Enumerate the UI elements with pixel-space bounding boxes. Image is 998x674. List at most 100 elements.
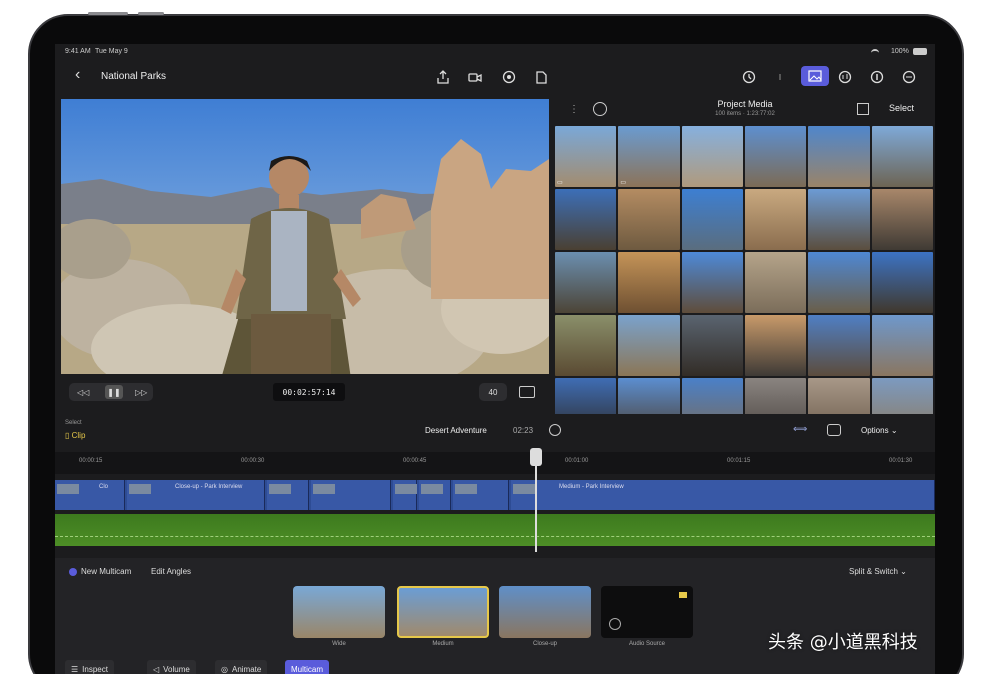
multicam-tab[interactable]: Multicam: [285, 660, 330, 674]
angle-label: Wide: [332, 641, 346, 647]
timeline-clip[interactable]: [393, 480, 417, 510]
clip-thumbnail: [455, 484, 477, 494]
playhead-handle[interactable]: [530, 448, 542, 466]
zoom-level[interactable]: 40: [479, 383, 507, 401]
media-thumbnail[interactable]: ▭: [618, 126, 680, 187]
inspect-label: Inspect: [82, 664, 108, 674]
status-time: 9:41 AM: [65, 48, 91, 55]
clip-title: Clo: [99, 484, 109, 490]
animate-tab[interactable]: ◎ Animate: [215, 660, 268, 674]
angle-label: Medium: [432, 641, 454, 647]
battery-icon: [913, 48, 927, 55]
media-thumbnail[interactable]: [808, 126, 870, 187]
pause-icon[interactable]: ❚❚: [105, 385, 123, 399]
clip-thumbnail: [421, 484, 443, 494]
camera-icon[interactable]: [467, 69, 483, 85]
more-icon[interactable]: [901, 69, 917, 85]
volume-label: Volume: [163, 664, 190, 674]
skimming-icon[interactable]: [827, 424, 841, 436]
media-thumbnail[interactable]: [555, 315, 617, 376]
media-thumbnail[interactable]: [871, 126, 933, 187]
viewer-controls: ◁◁ ❚❚ ▷▷ 00:02:57:14 40: [61, 376, 549, 406]
history-icon[interactable]: [741, 69, 757, 85]
split-switch-button[interactable]: Split & Switch ⌄: [849, 567, 907, 576]
media-thumbnail[interactable]: [871, 252, 933, 313]
media-thumbnail[interactable]: [618, 189, 680, 250]
audio-track[interactable]: [55, 514, 935, 546]
power-button: [138, 12, 164, 15]
back-button[interactable]: ‹: [75, 66, 80, 84]
voiceover-icon[interactable]: [501, 69, 517, 85]
timeline-clip[interactable]: [267, 480, 309, 510]
media-thumbnail[interactable]: ▭: [555, 126, 617, 187]
clip-type-icon: ▭: [557, 180, 563, 186]
select-button[interactable]: Select: [889, 103, 914, 113]
media-thumbnail[interactable]: [808, 252, 870, 313]
media-thumbnail[interactable]: [871, 315, 933, 376]
multicam-dot-icon: [69, 568, 77, 576]
audio-browser-icon[interactable]: [837, 69, 853, 85]
angle-wide[interactable]: [293, 586, 385, 638]
ruler-tick: 00:00:45: [403, 458, 427, 464]
media-thumbnail[interactable]: [681, 315, 743, 376]
media-thumbnail[interactable]: [744, 189, 807, 250]
timeline-clip[interactable]: [453, 480, 509, 510]
clip-title: Close-up - Park Interview: [175, 484, 243, 490]
animate-icon: ◎: [221, 664, 228, 674]
timeline-clip[interactable]: Medium - Park Interview: [511, 480, 935, 510]
grid-view-icon[interactable]: [857, 103, 869, 115]
viewer-frame-image: [61, 99, 549, 374]
timeline-ruler[interactable]: 00:00:15 00:00:30 00:00:45 00:01:00 00:0…: [55, 452, 935, 474]
media-thumbnail[interactable]: [618, 315, 680, 376]
media-thumbnail[interactable]: [744, 126, 807, 187]
timeline-info-icon[interactable]: [549, 424, 561, 436]
media-thumbnail[interactable]: [871, 189, 933, 250]
timeline-header: Select ▯ Clip Desert Adventure 02:23 ⟺ O…: [55, 414, 935, 454]
video-viewer[interactable]: [61, 99, 549, 374]
playhead-timecode[interactable]: 00:02:57:14: [273, 383, 345, 401]
media-thumbnail[interactable]: [681, 189, 743, 250]
media-thumbnail[interactable]: [555, 252, 617, 313]
watermark-text: 头条 @小道黑科技: [768, 632, 918, 653]
media-thumbnail[interactable]: [744, 315, 807, 376]
volume-tab[interactable]: ◁ Volume: [147, 660, 196, 674]
ruler-tick: 00:00:30: [241, 458, 265, 464]
clip-thumbnail: [269, 484, 291, 494]
timeline-clip[interactable]: Clo: [55, 480, 125, 510]
media-thumbnail[interactable]: [618, 252, 680, 313]
inspect-icon: ☰: [71, 664, 79, 674]
timeline-clip[interactable]: Close-up - Park Interview: [127, 480, 265, 510]
angle-close-up[interactable]: [499, 586, 591, 638]
filter-icon[interactable]: [593, 102, 607, 116]
animate-label: Animate: [231, 664, 262, 674]
share-icon[interactable]: [435, 69, 451, 85]
photos-browser-button[interactable]: [801, 66, 829, 86]
angle-audio-source[interactable]: [601, 586, 693, 638]
timeline-clip[interactable]: [311, 480, 391, 510]
snapping-icon[interactable]: ⟺: [793, 424, 809, 436]
playback-controls: ◁◁ ❚❚ ▷▷: [69, 383, 153, 401]
options-button[interactable]: Options ⌄: [861, 426, 898, 435]
info-icon[interactable]: [869, 69, 885, 85]
fullscreen-icon[interactable]: [519, 386, 535, 398]
clip-thumbnail: [395, 484, 417, 494]
media-thumbnail[interactable]: [744, 252, 807, 313]
media-thumbnail[interactable]: [555, 189, 617, 250]
export-icon[interactable]: [533, 69, 549, 85]
timeline-duration: 02:23: [513, 426, 534, 435]
media-thumbnail[interactable]: [808, 189, 870, 250]
forward-icon[interactable]: ▷▷: [135, 388, 147, 397]
inspect-tab[interactable]: ☰ Inspect: [65, 660, 114, 674]
media-thumbnail[interactable]: [681, 252, 743, 313]
rewind-icon[interactable]: ◁◁: [77, 388, 89, 397]
clip-selection[interactable]: ▯ Clip: [65, 431, 85, 440]
angle-medium[interactable]: [397, 586, 489, 638]
speaker-icon: [609, 618, 621, 630]
timeline-clip[interactable]: [419, 480, 451, 510]
media-thumbnail[interactable]: [681, 126, 743, 187]
status-date: Tue May 9: [95, 48, 128, 55]
media-thumbnail[interactable]: [808, 315, 870, 376]
sidebar-toggle-icon[interactable]: ⋮: [569, 104, 579, 115]
new-multicam-button[interactable]: New Multicam: [81, 567, 131, 576]
edit-angles-button[interactable]: Edit Angles: [151, 567, 191, 576]
